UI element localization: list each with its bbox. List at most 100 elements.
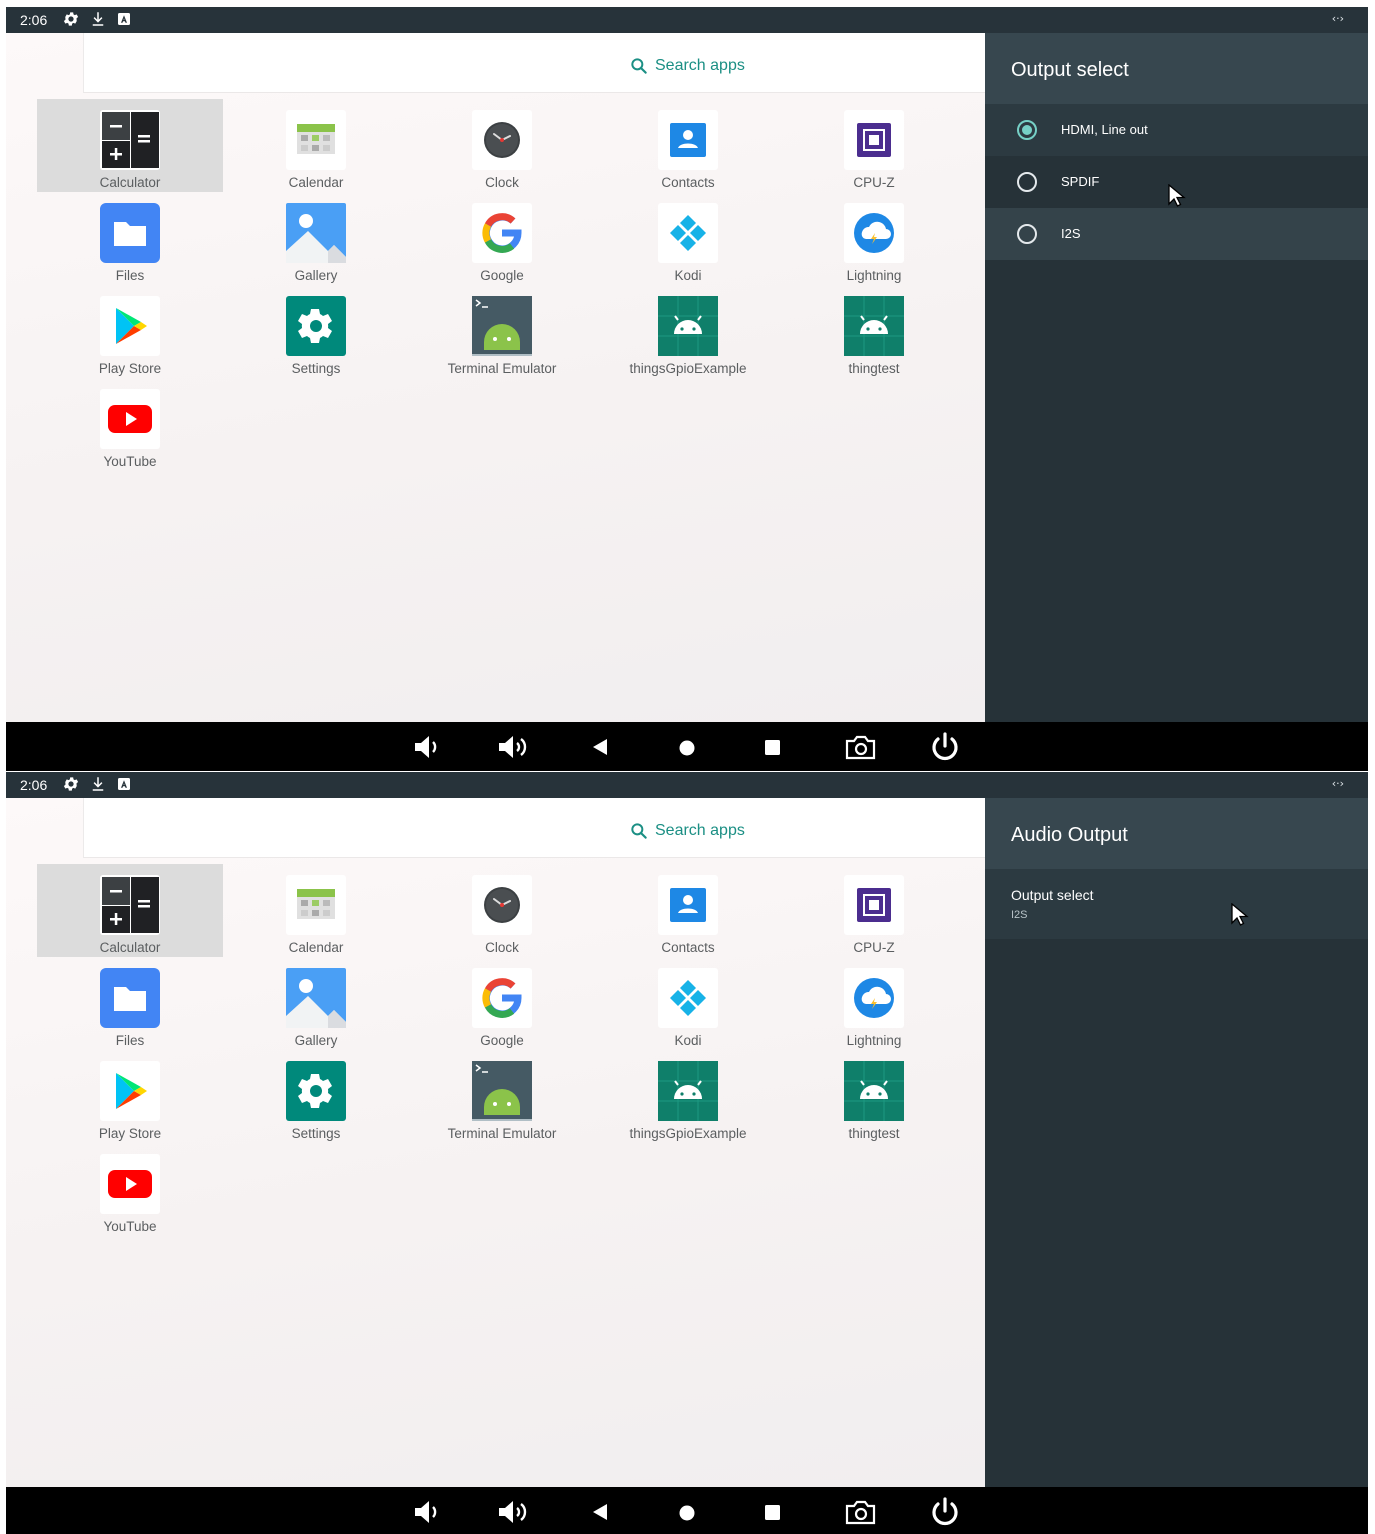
recents-icon[interactable]	[756, 732, 790, 762]
app-label: Calendar	[288, 175, 344, 190]
search-icon	[631, 823, 647, 839]
app-label: thingtest	[848, 361, 900, 376]
power-icon[interactable]	[928, 732, 962, 762]
app-calendar[interactable]: Calendar	[223, 864, 409, 957]
app-label: thingsGpioExample	[629, 1126, 747, 1141]
output-select-preference[interactable]: Output select I2S	[985, 869, 1368, 939]
home-icon[interactable]	[670, 1497, 704, 1527]
clock-icon	[472, 110, 532, 170]
app-terminal-emulator[interactable]: Terminal Emulator	[409, 1050, 595, 1143]
option-hdmi-line-out[interactable]: HDMI, Line out	[985, 104, 1368, 156]
volume-up-icon[interactable]	[497, 732, 531, 762]
screenshot-icon[interactable]	[843, 1497, 877, 1527]
preference-title: Output select	[1011, 887, 1094, 903]
app-thingsgpioexample[interactable]: thingsGpioExample	[595, 285, 781, 378]
volume-down-icon[interactable]	[411, 732, 445, 762]
app-contacts[interactable]: Contacts	[595, 864, 781, 957]
app-cpu-z[interactable]: CPU-Z	[781, 864, 967, 957]
app-youtube[interactable]: YouTube	[37, 378, 223, 471]
app-label: Terminal Emulator	[447, 361, 557, 376]
app-label: Calendar	[288, 940, 344, 955]
status-time: 2:06	[20, 777, 48, 793]
app-label: Contacts	[661, 940, 715, 955]
app-kodi[interactable]: Kodi	[595, 957, 781, 1050]
app-google[interactable]: Google	[409, 192, 595, 285]
app-label: Calculator	[99, 175, 161, 190]
screen-audio-output: 2:06 ‹·› Search apps Calculator Calendar…	[6, 772, 1368, 1534]
app-drawer: Search apps Calculator Calendar Clock Co…	[6, 33, 985, 722]
app-label: Clock	[485, 175, 519, 190]
recents-icon[interactable]	[756, 1497, 790, 1527]
panel-header: Audio Output	[985, 798, 1368, 869]
app-gallery[interactable]: Gallery	[223, 192, 409, 285]
radio-button[interactable]	[1017, 224, 1037, 244]
status-bar: 2:06 ‹·›	[6, 7, 1368, 33]
app-label: YouTube	[103, 454, 157, 469]
power-icon[interactable]	[928, 1497, 962, 1527]
app-thingtest[interactable]: thingtest	[781, 285, 967, 378]
app-youtube[interactable]: YouTube	[37, 1143, 223, 1236]
app-files[interactable]: Files	[37, 957, 223, 1050]
app-label: thingsGpioExample	[629, 361, 747, 376]
app-label: Calculator	[99, 940, 161, 955]
screenshot-icon[interactable]	[843, 732, 877, 762]
radio-button[interactable]	[1017, 172, 1037, 192]
mouse-cursor-icon	[1231, 903, 1249, 926]
youtube-icon	[100, 1154, 160, 1214]
app-settings[interactable]: Settings	[223, 1050, 409, 1143]
option-i2s[interactable]: I2S	[985, 208, 1368, 260]
search-icon	[631, 58, 647, 74]
radio-button-checked[interactable]	[1017, 120, 1037, 140]
volume-down-icon[interactable]	[411, 1497, 445, 1527]
app-label: Play Store	[98, 1126, 162, 1141]
mouse-cursor-icon	[1168, 184, 1186, 207]
app-calendar[interactable]: Calendar	[223, 99, 409, 192]
app-settings[interactable]: Settings	[223, 285, 409, 378]
app-play-store[interactable]: Play Store	[37, 285, 223, 378]
settings-icon	[63, 777, 79, 791]
android-app-icon	[658, 296, 718, 356]
download-icon	[92, 777, 104, 791]
app-contacts[interactable]: Contacts	[595, 99, 781, 192]
search-bar[interactable]: Search apps	[83, 33, 985, 93]
option-label: HDMI, Line out	[1061, 122, 1148, 137]
settings-icon	[286, 296, 346, 356]
app-google[interactable]: Google	[409, 957, 595, 1050]
cpu-z-icon	[844, 110, 904, 170]
back-icon[interactable]	[583, 1497, 617, 1527]
volume-up-icon[interactable]	[497, 1497, 531, 1527]
app-label: Lightning	[846, 1033, 902, 1048]
app-label: Clock	[485, 940, 519, 955]
app-lightning[interactable]: Lightning	[781, 192, 967, 285]
dialog-header: Output select	[985, 33, 1368, 104]
panel-title: Audio Output	[1011, 824, 1128, 846]
app-calculator[interactable]: Calculator	[37, 99, 223, 192]
cast-arrows-icon: ‹·›	[1331, 12, 1344, 25]
app-label: Settings	[291, 1126, 341, 1141]
app-calculator[interactable]: Calculator	[37, 864, 223, 957]
app-clock[interactable]: Clock	[409, 864, 595, 957]
home-icon[interactable]	[670, 732, 704, 762]
android-app-icon	[844, 1061, 904, 1121]
back-icon[interactable]	[583, 732, 617, 762]
app-kodi[interactable]: Kodi	[595, 192, 781, 285]
app-label: thingtest	[848, 1126, 900, 1141]
youtube-icon	[100, 389, 160, 449]
app-terminal-emulator[interactable]: Terminal Emulator	[409, 285, 595, 378]
app-lightning[interactable]: Lightning	[781, 957, 967, 1050]
calculator-icon	[100, 110, 160, 170]
app-clock[interactable]: Clock	[409, 99, 595, 192]
app-label: CPU-Z	[853, 940, 895, 955]
clock-icon	[472, 875, 532, 935]
app-label: Contacts	[661, 175, 715, 190]
search-bar[interactable]: Search apps	[83, 798, 985, 858]
settings-icon	[63, 12, 79, 26]
app-thingsgpioexample[interactable]: thingsGpioExample	[595, 1050, 781, 1143]
app-gallery[interactable]: Gallery	[223, 957, 409, 1050]
app-label: YouTube	[103, 1219, 157, 1234]
app-cpu-z[interactable]: CPU-Z	[781, 99, 967, 192]
app-label: Files	[115, 268, 145, 283]
app-files[interactable]: Files	[37, 192, 223, 285]
app-play-store[interactable]: Play Store	[37, 1050, 223, 1143]
app-thingtest[interactable]: thingtest	[781, 1050, 967, 1143]
